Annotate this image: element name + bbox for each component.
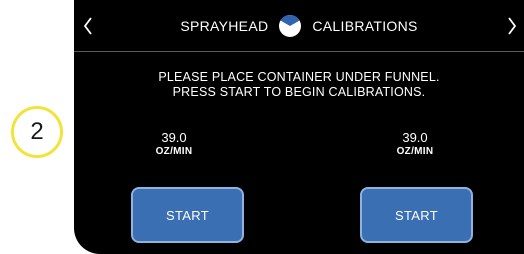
flow-rate-unit: OZ/MIN (155, 146, 193, 157)
start-button-label: START (395, 207, 438, 223)
instruction-line-1: PLEASE PLACE CONTAINER UNDER FUNNEL. (158, 70, 440, 84)
step-number: 2 (30, 118, 44, 145)
touchscreen: SPRAYHEAD CALIBRATIONS PLEASE PLACE CONT… (74, 0, 524, 254)
start-button-label: START (166, 207, 209, 223)
flow-rate-value: 39.0 (161, 130, 187, 145)
title-sprayhead: SPRAYHEAD (180, 18, 269, 34)
header-bar: SPRAYHEAD CALIBRATIONS (74, 0, 524, 52)
flow-rate-value: 39.0 (402, 130, 428, 145)
flow-rate-unit: OZ/MIN (396, 146, 434, 157)
start-button-left[interactable]: START (131, 187, 244, 243)
sprayhead-rate-right: 39.0 OZ/MIN (355, 130, 475, 158)
step-number-callout: 2 (11, 106, 63, 158)
title-calibrations: CALIBRATIONS (312, 18, 418, 34)
start-button-right[interactable]: START (360, 187, 473, 243)
next-button[interactable] (502, 14, 522, 38)
figure: 2 SPRAYHEAD CALIBRATIONS PLEASE PLACE CO… (0, 0, 524, 254)
chevron-right-icon (508, 17, 517, 35)
header-title: SPRAYHEAD CALIBRATIONS (74, 0, 524, 52)
instruction-line-2: PRESS START TO BEGIN CALIBRATIONS. (172, 85, 426, 99)
sprayhead-rate-left: 39.0 OZ/MIN (114, 130, 234, 158)
instruction-text: PLEASE PLACE CONTAINER UNDER FUNNEL. PRE… (74, 70, 524, 100)
sprayhead-icon (279, 14, 302, 37)
